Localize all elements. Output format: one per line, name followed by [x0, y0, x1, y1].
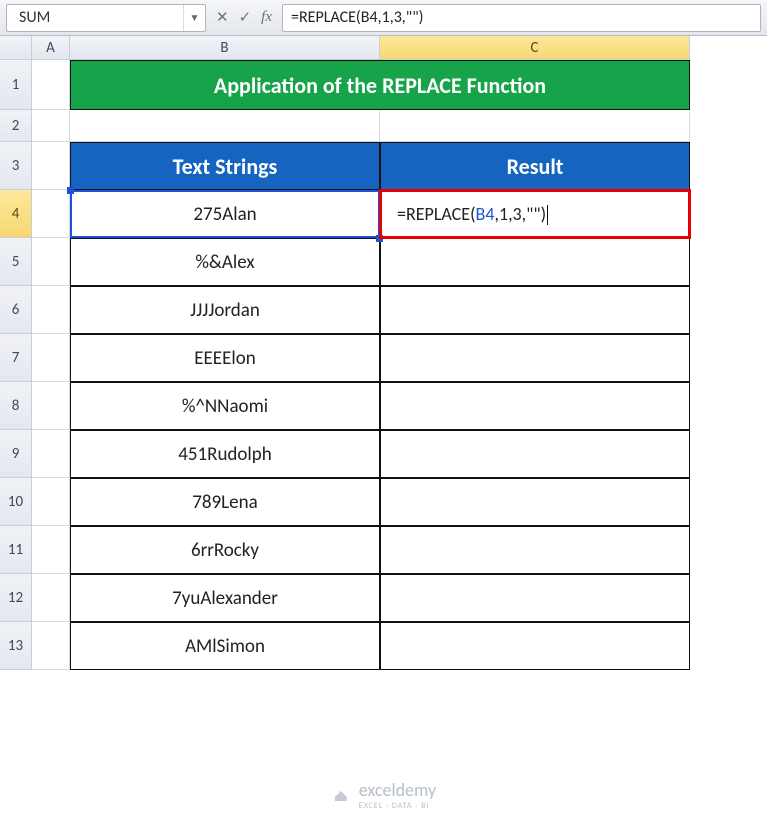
cell-c9[interactable] — [380, 430, 690, 478]
cell-a11[interactable] — [32, 526, 70, 574]
select-all-corner[interactable] — [0, 36, 32, 60]
name-box-value: SUM — [7, 8, 183, 27]
cell-c4[interactable]: =REPLACE(B4,1,3,"") — [380, 190, 690, 238]
row-header-10[interactable]: 10 — [0, 478, 32, 526]
row-header-3[interactable]: 3 — [0, 142, 32, 190]
cell-c5[interactable] — [380, 238, 690, 286]
cell-b11[interactable]: 6rrRocky — [70, 526, 380, 574]
cell-b6[interactable]: JJJJordan — [70, 286, 380, 334]
cancel-icon[interactable]: ✕ — [216, 8, 229, 27]
cell-a5[interactable] — [32, 238, 70, 286]
cell-a12[interactable] — [32, 574, 70, 622]
row-header-5[interactable]: 5 — [0, 238, 32, 286]
row-header-6[interactable]: 6 — [0, 286, 32, 334]
formula-bar: SUM ▼ ✕ ✓ fx =REPLACE(B4,1,3,"") — [0, 0, 767, 36]
selection-handle-tl — [67, 187, 74, 194]
row-header-2[interactable]: 2 — [0, 110, 32, 142]
cell-c10[interactable] — [380, 478, 690, 526]
row-header-8[interactable]: 8 — [0, 382, 32, 430]
name-box[interactable]: SUM ▼ — [6, 4, 206, 32]
row-header-13[interactable]: 13 — [0, 622, 32, 670]
cell-a13[interactable] — [32, 622, 70, 670]
cell-a8[interactable] — [32, 382, 70, 430]
watermark-logo-icon — [331, 785, 351, 805]
cell-c13[interactable] — [380, 622, 690, 670]
cell-b2[interactable] — [70, 110, 380, 142]
cell-b5[interactable]: %&Alex — [70, 238, 380, 286]
name-box-dropdown[interactable]: ▼ — [183, 5, 205, 31]
cell-a6[interactable] — [32, 286, 70, 334]
cell-b10[interactable]: 789Lena — [70, 478, 380, 526]
header-text-strings[interactable]: Text Strings — [70, 142, 380, 190]
cell-a1[interactable] — [32, 60, 70, 110]
header-result[interactable]: Result — [380, 142, 690, 190]
fx-icon[interactable]: fx — [261, 9, 272, 26]
spreadsheet-grid: A B C 1 Application of the REPLACE Funct… — [0, 36, 767, 670]
watermark-brand: exceldemy — [359, 779, 436, 801]
cell-b13[interactable]: AMlSimon — [70, 622, 380, 670]
cell-a7[interactable] — [32, 334, 70, 382]
selection-handle-br — [376, 235, 383, 242]
col-header-c[interactable]: C — [380, 36, 690, 60]
cell-b4[interactable]: 275Alan — [70, 190, 380, 238]
cell-b8[interactable]: %^NNaomi — [70, 382, 380, 430]
cell-b12[interactable]: 7yuAlexander — [70, 574, 380, 622]
cell-c12[interactable] — [380, 574, 690, 622]
cell-a3[interactable] — [32, 142, 70, 190]
row-header-12[interactable]: 12 — [0, 574, 32, 622]
watermark-tagline: EXCEL · DATA · BI — [359, 801, 436, 811]
cell-c6[interactable] — [380, 286, 690, 334]
row-header-4[interactable]: 4 — [0, 190, 32, 238]
enter-icon[interactable]: ✓ — [239, 8, 252, 27]
cell-a2[interactable] — [32, 110, 70, 142]
title-cell[interactable]: Application of the REPLACE Function — [70, 60, 690, 110]
cell-a9[interactable] — [32, 430, 70, 478]
cell-c8[interactable] — [380, 382, 690, 430]
row-header-7[interactable]: 7 — [0, 334, 32, 382]
cell-b7[interactable]: EEEElon — [70, 334, 380, 382]
cell-c2[interactable] — [380, 110, 690, 142]
cell-c7[interactable] — [380, 334, 690, 382]
row-header-11[interactable]: 11 — [0, 526, 32, 574]
formula-input-text: =REPLACE(B4,1,3,"") — [291, 8, 423, 27]
cell-c11[interactable] — [380, 526, 690, 574]
text-cursor — [547, 205, 548, 225]
col-header-b[interactable]: B — [70, 36, 380, 60]
cell-a10[interactable] — [32, 478, 70, 526]
formula-input[interactable]: =REPLACE(B4,1,3,"") — [282, 4, 761, 32]
row-header-1[interactable]: 1 — [0, 60, 32, 110]
watermark: exceldemy EXCEL · DATA · BI — [331, 779, 436, 811]
row-header-9[interactable]: 9 — [0, 430, 32, 478]
cell-b9[interactable]: 451Rudolph — [70, 430, 380, 478]
col-header-a[interactable]: A — [32, 36, 70, 60]
formula-bar-buttons: ✕ ✓ fx — [216, 8, 272, 27]
cell-a4[interactable] — [32, 190, 70, 238]
cell-c4-formula: =REPLACE(B4,1,3,"") — [387, 203, 683, 226]
